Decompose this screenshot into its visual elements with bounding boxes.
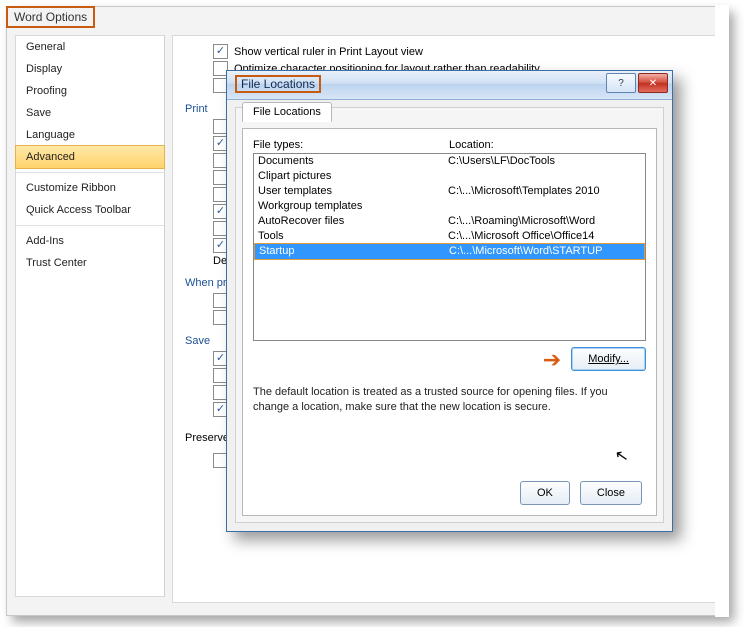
file-location: C:\...\Roaming\Microsoft\Word bbox=[448, 214, 641, 229]
header-location: Location: bbox=[449, 139, 494, 151]
list-item[interactable]: ToolsC:\...\Microsoft Office\Office14 bbox=[254, 229, 645, 244]
sidebar-item-trust-center[interactable]: Trust Center bbox=[16, 252, 164, 274]
dialog-title: File Locations bbox=[235, 75, 321, 93]
sidebar-item-language[interactable]: Language bbox=[16, 124, 164, 146]
list-item[interactable]: Clipart pictures bbox=[254, 169, 645, 184]
file-type: Tools bbox=[258, 229, 448, 244]
file-location bbox=[448, 199, 641, 214]
file-locations-dialog: File Locations ? ✕ File Locations File t… bbox=[226, 70, 673, 532]
list-headers: File types: Location: bbox=[253, 139, 646, 151]
checkbox[interactable] bbox=[213, 44, 228, 59]
modify-row: ➔ Modify... bbox=[253, 347, 646, 373]
modify-button[interactable]: Modify... bbox=[571, 347, 646, 371]
window-title: Word Options bbox=[6, 6, 95, 28]
option-row: Show vertical ruler in Print Layout view bbox=[213, 44, 706, 59]
sidebar-item-save[interactable]: Save bbox=[16, 102, 164, 124]
list-item[interactable]: User templatesC:\...\Microsoft\Templates… bbox=[254, 184, 645, 199]
sidebar-item-general[interactable]: General bbox=[16, 36, 164, 58]
close-button[interactable]: Close bbox=[580, 481, 642, 505]
list-item[interactable]: AutoRecover filesC:\...\Roaming\Microsof… bbox=[254, 214, 645, 229]
tab-pane: File types: Location: DocumentsC:\Users\… bbox=[242, 128, 657, 516]
file-type: AutoRecover files bbox=[258, 214, 448, 229]
options-sidebar: GeneralDisplayProofingSaveLanguageAdvanc… bbox=[15, 35, 165, 597]
file-location: C:\...\Microsoft\Templates 2010 bbox=[448, 184, 641, 199]
security-note: The default location is treated as a tru… bbox=[253, 385, 646, 416]
sidebar-item-quick-access-toolbar[interactable]: Quick Access Toolbar bbox=[16, 199, 164, 221]
list-item[interactable]: Workgroup templates bbox=[254, 199, 645, 214]
file-type: User templates bbox=[258, 184, 448, 199]
file-location: C:\...\Microsoft Office\Office14 bbox=[448, 229, 641, 244]
file-type: Clipart pictures bbox=[258, 169, 448, 184]
option-label: Show vertical ruler in Print Layout view bbox=[234, 46, 423, 58]
ok-button[interactable]: OK bbox=[520, 481, 570, 505]
file-type: Documents bbox=[258, 154, 448, 169]
sidebar-item-customize-ribbon[interactable]: Customize Ribbon bbox=[16, 177, 164, 199]
list-item[interactable]: DocumentsC:\Users\LF\DocTools bbox=[254, 154, 645, 169]
dialog-body: File Locations File types: Location: Doc… bbox=[235, 107, 664, 523]
file-location: C:\...\Microsoft\Word\STARTUP bbox=[449, 244, 640, 259]
file-location bbox=[448, 169, 641, 184]
file-type: Workgroup templates bbox=[258, 199, 448, 214]
sidebar-item-proofing[interactable]: Proofing bbox=[16, 80, 164, 102]
file-locations-list[interactable]: DocumentsC:\Users\LF\DocToolsClipart pic… bbox=[253, 153, 646, 341]
sidebar-item-add-ins[interactable]: Add-Ins bbox=[16, 230, 164, 252]
file-location: C:\Users\LF\DocTools bbox=[448, 154, 641, 169]
sidebar-item-display[interactable]: Display bbox=[16, 58, 164, 80]
help-button[interactable]: ? bbox=[606, 73, 636, 93]
file-type: Startup bbox=[259, 244, 449, 259]
header-file-types: File types: bbox=[253, 139, 449, 151]
arrow-icon: ➔ bbox=[543, 347, 561, 373]
tab-file-locations[interactable]: File Locations bbox=[242, 102, 332, 122]
dialog-titlebar: File Locations ? ✕ bbox=[227, 71, 672, 100]
torn-edge bbox=[715, 5, 729, 617]
list-item[interactable]: StartupC:\...\Microsoft\Word\STARTUP bbox=[254, 243, 645, 260]
close-window-button[interactable]: ✕ bbox=[638, 73, 668, 93]
sidebar-item-advanced[interactable]: Advanced bbox=[15, 145, 165, 169]
